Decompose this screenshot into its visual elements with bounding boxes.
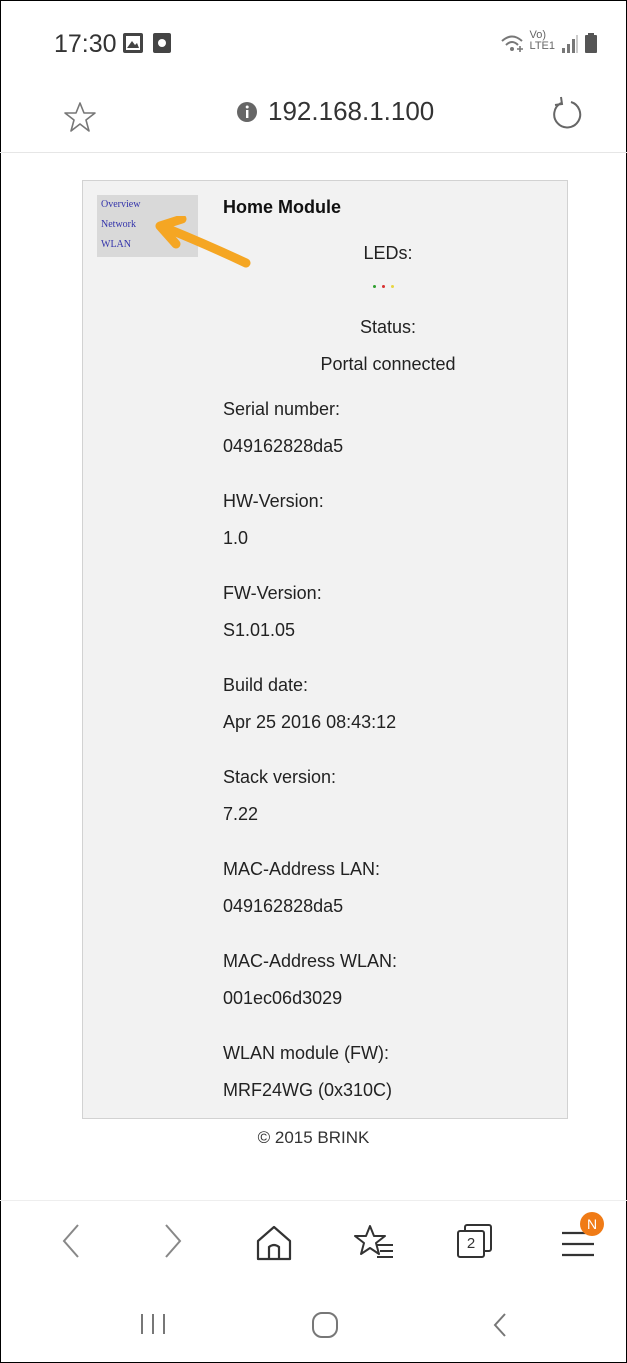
browser-bottom-bar: 2	[0, 1200, 627, 1301]
annotation-arrow	[155, 216, 251, 268]
back-icon[interactable]	[58, 1221, 84, 1261]
clock: 17:30	[54, 30, 117, 58]
leds-label: LEDs:	[363, 243, 413, 263]
copyright: © 2015 BRINK	[257, 1128, 370, 1147]
field-label: FW-Version:	[223, 583, 322, 603]
nav-link-overview[interactable]: Overview	[97, 195, 198, 215]
status-icons: Vo) LTE1	[500, 30, 597, 53]
status-bar: 17:30 Vo) LTE1	[0, 0, 627, 90]
url-text: 192.168.1.100	[268, 96, 435, 126]
system-nav-bar	[0, 1300, 627, 1360]
led-yellow	[391, 285, 394, 288]
field-value: 001ec06d3029	[223, 988, 343, 1008]
field-label: WLAN module (FW):	[223, 1043, 390, 1063]
recent-apps-icon[interactable]	[138, 1312, 168, 1336]
gallery-icon	[123, 33, 143, 53]
field-value: S1.01.05	[223, 620, 296, 640]
wifi-calling-icon	[500, 35, 523, 52]
field-label: Stack version:	[223, 767, 337, 787]
status-value: Portal connected	[320, 354, 456, 374]
tabs-button[interactable]: 2	[455, 1221, 495, 1261]
tab-count: 2	[466, 1235, 476, 1252]
field-label: MAC-Address LAN:	[223, 859, 381, 879]
back-nav-icon[interactable]	[490, 1310, 510, 1340]
battery-icon	[585, 33, 597, 53]
home-module-panel: Overview Network WLAN Home Module LEDs: …	[82, 180, 568, 1119]
led-indicators	[373, 285, 394, 288]
led-red	[382, 285, 385, 288]
field-label: HW-Version:	[223, 491, 324, 511]
home-icon[interactable]	[254, 1223, 294, 1263]
field-value: 1.0	[223, 528, 249, 548]
field-value: Apr 25 2016 08:43:12	[223, 712, 397, 732]
browser-url-bar: 192.168.1.100	[0, 90, 627, 153]
bookmarks-icon[interactable]	[353, 1223, 397, 1263]
forward-icon[interactable]	[160, 1221, 186, 1261]
field-value: MRF24WG (0x310C)	[223, 1080, 393, 1100]
notification-badge: N	[580, 1212, 604, 1236]
field-value: 049162828da5	[223, 436, 344, 456]
field-value: 049162828da5	[223, 896, 344, 916]
field-label: Build date:	[223, 675, 309, 695]
page-title: Home Module	[223, 197, 342, 217]
record-icon	[153, 33, 171, 53]
field-value: 7.22	[223, 804, 259, 824]
address-field[interactable]: 192.168.1.100	[236, 96, 434, 127]
bookmark-star-icon[interactable]	[63, 100, 97, 134]
field-label: MAC-Address WLAN:	[223, 951, 398, 971]
led-green	[373, 285, 376, 288]
field-label: Serial number:	[223, 399, 341, 419]
volte-label: Vo) LTE1	[530, 30, 555, 52]
info-icon[interactable]	[236, 101, 258, 123]
home-nav-icon[interactable]	[310, 1310, 340, 1340]
reload-icon[interactable]	[549, 96, 585, 132]
status-label: Status:	[359, 317, 417, 337]
lte-text: LTE1	[529, 40, 555, 52]
signal-icon	[562, 35, 578, 53]
